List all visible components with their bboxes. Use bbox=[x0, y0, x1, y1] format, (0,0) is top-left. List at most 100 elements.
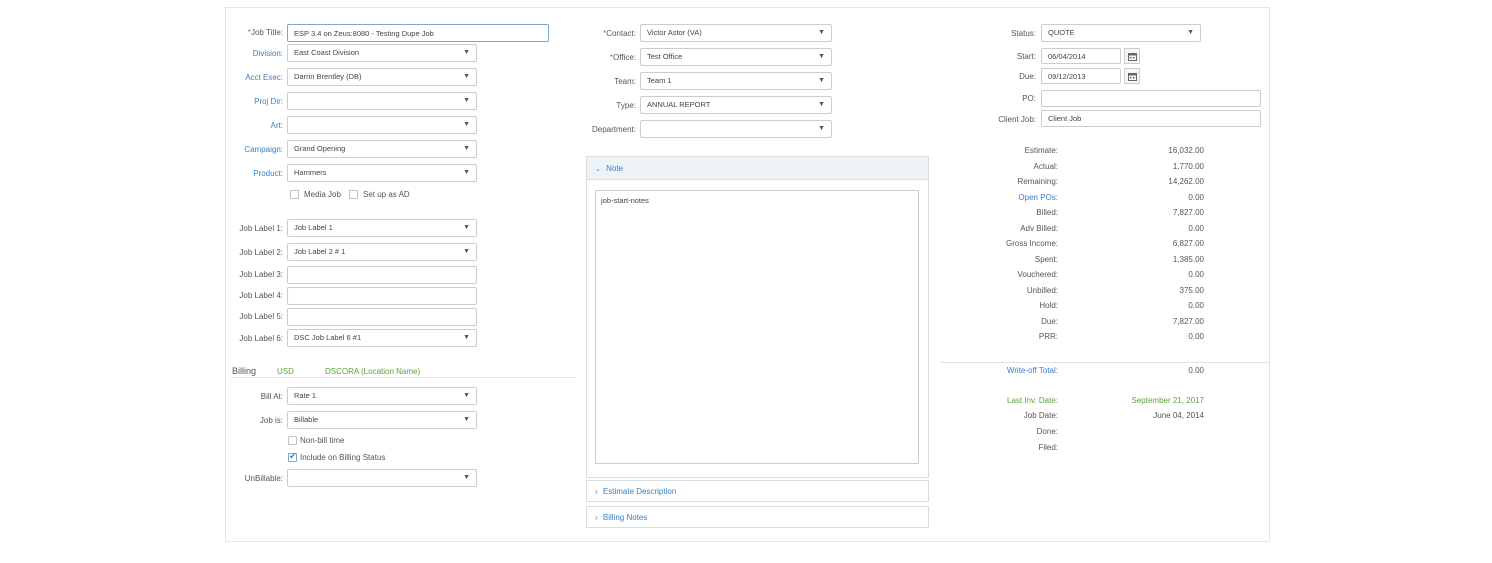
start-date-input[interactable] bbox=[1041, 48, 1121, 64]
summary-value: 1,385.00 bbox=[1172, 255, 1204, 264]
unbillable-select[interactable]: ▼ bbox=[287, 469, 477, 487]
billing-notes-title: Billing Notes bbox=[602, 513, 648, 522]
summary-value: 14,262.00 bbox=[1168, 177, 1204, 186]
team-select[interactable]: Team 1 ▼ bbox=[640, 72, 832, 90]
product-label[interactable]: Product: bbox=[225, 169, 283, 178]
campaign-label[interactable]: Campaign: bbox=[225, 145, 283, 154]
writeoff-total-label[interactable]: Write-off Total: bbox=[938, 366, 1058, 375]
job-label-1-label: Job Label 1: bbox=[239, 224, 283, 233]
estimate-description-accordion[interactable]: › Estimate Description bbox=[586, 480, 929, 502]
department-label: Department: bbox=[591, 125, 636, 134]
media-job-checkbox[interactable] bbox=[290, 190, 299, 199]
writeoff-total-value: 0.00 bbox=[1188, 366, 1204, 375]
art-label[interactable]: Art: bbox=[225, 121, 283, 130]
po-input[interactable] bbox=[1041, 90, 1261, 107]
job-label-1-select[interactable]: Job Label 1 ▼ bbox=[287, 219, 477, 237]
billing-currency: USD bbox=[277, 367, 294, 376]
job-is-select[interactable]: Billable ▼ bbox=[287, 411, 477, 429]
chevron-down-icon: ▼ bbox=[463, 49, 470, 56]
job-label-2-select[interactable]: Job Label 2 # 1 ▼ bbox=[287, 243, 477, 261]
media-job-label: Media Job bbox=[304, 190, 341, 199]
job-date-label: Job Date: bbox=[1023, 411, 1058, 420]
set-up-ad-checkbox[interactable] bbox=[349, 190, 358, 199]
last-inv-date-value: September 21, 2017 bbox=[1131, 396, 1205, 405]
writeoff-divider bbox=[940, 362, 1270, 363]
due-date-input[interactable] bbox=[1041, 68, 1121, 84]
chevron-down-icon: ▼ bbox=[463, 224, 470, 231]
art-select[interactable]: ▼ bbox=[287, 116, 477, 134]
chevron-down-icon: ▼ bbox=[818, 53, 825, 60]
summary-label: Adv Billed: bbox=[1020, 224, 1058, 233]
summary-value: 7,827.00 bbox=[1172, 317, 1204, 326]
include-billing-status-checkbox[interactable] bbox=[288, 451, 297, 462]
status-label: Status: bbox=[1011, 29, 1036, 38]
chevron-down-icon: ▼ bbox=[463, 121, 470, 128]
chevron-down-icon: ▼ bbox=[818, 101, 825, 108]
type-label: Type: bbox=[616, 101, 636, 110]
proj-dir-label[interactable]: Proj Dir: bbox=[225, 97, 283, 106]
done-label: Done: bbox=[1036, 427, 1058, 436]
summary-label: Billed: bbox=[1036, 208, 1058, 217]
division-label[interactable]: Division: bbox=[225, 49, 283, 58]
non-bill-time-label: Non-bill time bbox=[300, 436, 345, 445]
job-label-6-select[interactable]: DSC Job Label 6 #1 ▼ bbox=[287, 329, 477, 347]
billing-location: DSCORA (Location Name) bbox=[325, 367, 421, 376]
summary-value: 0.00 bbox=[1188, 301, 1204, 310]
client-job-input[interactable] bbox=[1041, 110, 1261, 127]
chevron-down-icon: ▼ bbox=[463, 334, 470, 341]
note-title: Note bbox=[606, 164, 624, 173]
chevron-down-icon: ▼ bbox=[463, 248, 470, 255]
summary-value: 16,032.00 bbox=[1168, 146, 1204, 155]
job-label-2-label: Job Label 2: bbox=[239, 248, 283, 257]
type-select[interactable]: ANNUAL REPORT ▼ bbox=[640, 96, 832, 114]
estimate-description-title: Estimate Description bbox=[602, 487, 677, 496]
filed-label: Filed: bbox=[1038, 443, 1058, 452]
job-label-3-label: Job Label 3: bbox=[239, 270, 283, 279]
summary-label: Estimate: bbox=[1024, 146, 1058, 155]
contact-select[interactable]: Victor Astor (VA) ▼ bbox=[640, 24, 832, 42]
chevron-down-icon: ▼ bbox=[463, 392, 470, 399]
job-title-input[interactable] bbox=[287, 24, 549, 42]
job-label-5-input[interactable] bbox=[287, 308, 477, 326]
summary-value: 375.00 bbox=[1179, 286, 1204, 295]
department-select[interactable]: ▼ bbox=[640, 120, 832, 138]
status-select[interactable]: QUOTE ▼ bbox=[1041, 24, 1201, 42]
summary-label[interactable]: Open POs: bbox=[938, 193, 1058, 202]
summary-label: Unbilled: bbox=[1026, 286, 1058, 295]
include-billing-status-label: Include on Billing Status bbox=[300, 453, 386, 462]
product-select[interactable]: Hammers ▼ bbox=[287, 164, 477, 182]
summary-label: Vouchered: bbox=[1017, 270, 1058, 279]
job-label-3-input[interactable] bbox=[287, 266, 477, 284]
set-up-ad-label: Set up as AD bbox=[363, 190, 410, 199]
summary-label: Hold: bbox=[1039, 301, 1058, 310]
bill-at-select[interactable]: Rate 1 ▼ bbox=[287, 387, 477, 405]
billing-notes-accordion[interactable]: › Billing Notes bbox=[586, 506, 929, 528]
campaign-select[interactable]: Grand Opening ▼ bbox=[287, 140, 477, 158]
job-label-4-input[interactable] bbox=[287, 287, 477, 305]
job-date-value: June 04, 2014 bbox=[1153, 411, 1204, 420]
billing-divider bbox=[231, 377, 576, 378]
note-accordion-header[interactable]: ⌄ Note bbox=[586, 156, 929, 180]
proj-dir-select[interactable]: ▼ bbox=[287, 92, 477, 110]
client-job-label: Client Job: bbox=[998, 115, 1036, 124]
chevron-down-icon: ▼ bbox=[818, 77, 825, 84]
chevron-down-icon: ▼ bbox=[463, 145, 470, 152]
calendar-icon[interactable] bbox=[1124, 68, 1140, 84]
job-title-label: *Job Title: bbox=[247, 28, 283, 37]
billing-title: Billing bbox=[232, 366, 257, 376]
chevron-right-icon: › bbox=[595, 513, 598, 522]
job-label-6-label: Job Label 6: bbox=[239, 334, 283, 343]
division-select[interactable]: East Coast Division ▼ bbox=[287, 44, 477, 62]
acct-exec-select[interactable]: Darrin Brentley (DB) ▼ bbox=[287, 68, 477, 86]
chevron-right-icon: › bbox=[595, 487, 598, 496]
office-label: *Office: bbox=[609, 53, 636, 62]
note-textarea[interactable]: job-start-notes bbox=[595, 190, 919, 464]
chevron-down-icon: ▼ bbox=[463, 416, 470, 423]
summary-value: 1,770.00 bbox=[1172, 162, 1204, 171]
chevron-down-icon: ▼ bbox=[1187, 29, 1194, 36]
summary-label: Due: bbox=[1041, 317, 1058, 326]
non-bill-time-checkbox[interactable] bbox=[288, 436, 297, 445]
acct-exec-label[interactable]: Acct Exec: bbox=[225, 73, 283, 82]
calendar-icon[interactable] bbox=[1124, 48, 1140, 64]
office-select[interactable]: Test Office ▼ bbox=[640, 48, 832, 66]
